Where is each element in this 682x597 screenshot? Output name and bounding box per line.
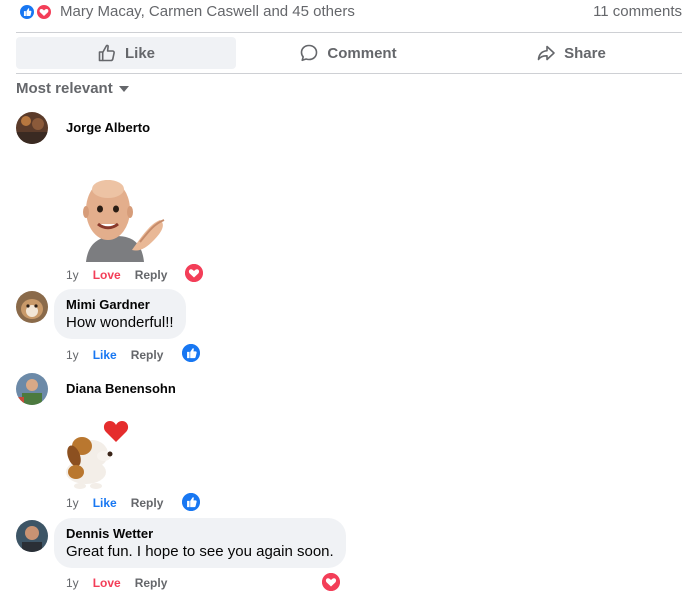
- comment-reply-button[interactable]: Reply: [131, 496, 164, 510]
- comment-sort-dropdown[interactable]: Most relevant: [16, 80, 129, 97]
- sticker-bald-man-clapping: [74, 172, 170, 262]
- comment-button[interactable]: Comment: [238, 37, 458, 69]
- comment-author[interactable]: Dennis Wetter: [66, 526, 334, 541]
- comment-actions: 1y Love Reply: [66, 576, 167, 590]
- comment-text: How wonderful!!: [66, 314, 174, 331]
- comment-reaction-button[interactable]: Love: [93, 268, 121, 282]
- comment-reaction-button[interactable]: Love: [93, 576, 121, 590]
- reactors-text[interactable]: Mary Macay, Carmen Caswell and 45 others: [60, 3, 355, 20]
- avatar[interactable]: [16, 291, 48, 323]
- comment-author[interactable]: Diana Benensohn: [66, 381, 176, 396]
- avatar[interactable]: [16, 520, 48, 552]
- comment-timestamp[interactable]: 1y: [66, 268, 79, 282]
- avatar[interactable]: [16, 112, 48, 144]
- love-reaction-icon: [35, 3, 53, 21]
- comment-reply-button[interactable]: Reply: [135, 576, 168, 590]
- love-reaction-icon[interactable]: [185, 264, 203, 282]
- comment-actions: 1y Love Reply: [66, 268, 167, 282]
- like-reaction-icon[interactable]: [182, 344, 200, 362]
- comment-timestamp[interactable]: 1y: [66, 576, 79, 590]
- comment-timestamp[interactable]: 1y: [66, 496, 79, 510]
- action-bar: Like Comment Share: [16, 32, 682, 74]
- like-button[interactable]: Like: [16, 37, 236, 69]
- thumbs-up-icon: [98, 44, 115, 62]
- share-arrow-icon: [537, 45, 555, 61]
- share-button-label: Share: [564, 44, 606, 62]
- share-button[interactable]: Share: [460, 37, 682, 69]
- comment-actions: 1y Like Reply: [66, 496, 163, 510]
- comment-icon: [301, 44, 318, 62]
- comment-reaction-button[interactable]: Like: [93, 348, 117, 362]
- love-reaction-icon[interactable]: [322, 573, 340, 591]
- comment-bubble: Mimi Gardner How wonderful!!: [54, 289, 186, 339]
- comment-text: Great fun. I hope to see you again soon.: [66, 543, 334, 560]
- comment-timestamp[interactable]: 1y: [66, 348, 79, 362]
- comment-author[interactable]: Jorge Alberto: [66, 120, 150, 135]
- comment-button-label: Comment: [327, 44, 397, 62]
- comments-count-link[interactable]: 11 comments: [593, 3, 682, 20]
- comment-actions: 1y Like Reply: [66, 348, 163, 362]
- caret-down-icon: [118, 85, 129, 92]
- comment-bubble: Dennis Wetter Great fun. I hope to see y…: [54, 518, 346, 568]
- comment-author[interactable]: Mimi Gardner: [66, 297, 174, 312]
- reaction-summary: Mary Macay, Carmen Caswell and 45 others…: [0, 0, 682, 26]
- comment-reaction-button[interactable]: Like: [93, 496, 117, 510]
- like-button-label: Like: [124, 44, 155, 62]
- sticker-puppy-heart: [56, 412, 136, 490]
- comment-reply-button[interactable]: Reply: [135, 268, 168, 282]
- sort-label: Most relevant: [16, 80, 113, 97]
- like-reaction-icon: [18, 3, 36, 21]
- like-reaction-icon[interactable]: [182, 493, 200, 511]
- reaction-icons[interactable]: [18, 3, 58, 21]
- comment-reply-button[interactable]: Reply: [131, 348, 164, 362]
- avatar[interactable]: [16, 373, 48, 405]
